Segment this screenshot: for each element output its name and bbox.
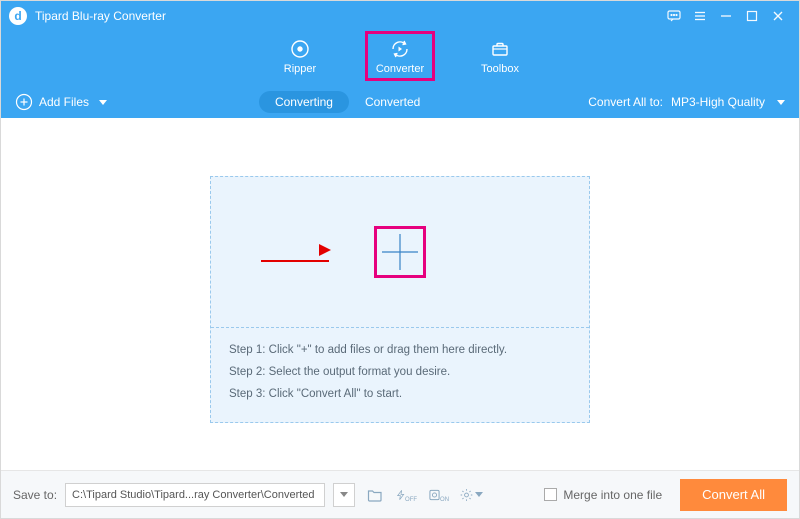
nav-ripper[interactable]: Ripper (265, 31, 335, 81)
drop-zone-steps: Step 1: Click "+" to add files or drag t… (211, 327, 589, 422)
title-bar: d Tipard Blu-ray Converter (1, 1, 799, 31)
save-to-label: Save to: (13, 488, 57, 502)
step-text: Step 3: Click "Convert All" to start. (229, 384, 571, 406)
settings-button[interactable] (459, 483, 483, 507)
footer-bar: Save to: C:\Tipard Studio\Tipard...ray C… (1, 470, 799, 518)
add-files-button[interactable]: Add Files (15, 93, 107, 111)
app-logo-icon: d (9, 7, 27, 25)
app-title: Tipard Blu-ray Converter (35, 9, 166, 23)
save-path-value: C:\Tipard Studio\Tipard...ray Converter\… (72, 489, 315, 501)
output-format-select[interactable]: MP3-High Quality (671, 95, 785, 109)
add-files-plus-button[interactable] (374, 226, 426, 278)
nav-label: Toolbox (481, 63, 519, 75)
chevron-down-icon (777, 100, 785, 105)
open-folder-button[interactable] (363, 483, 387, 507)
add-files-label: Add Files (39, 95, 89, 109)
nav-label: Converter (376, 63, 424, 75)
tab-converting[interactable]: Converting (259, 91, 349, 113)
app-window: d Tipard Blu-ray Converter Ripper Conver… (0, 0, 800, 519)
annotation-arrow (261, 249, 329, 267)
close-button[interactable] (765, 3, 791, 29)
gpu-accel-button[interactable]: ON (427, 483, 451, 507)
save-path-field[interactable]: C:\Tipard Studio\Tipard...ray Converter\… (65, 483, 325, 507)
checkbox-icon (544, 488, 557, 501)
merge-checkbox[interactable]: Merge into one file (544, 488, 662, 502)
menu-icon[interactable] (687, 3, 713, 29)
maximize-button[interactable] (739, 3, 765, 29)
step-text: Step 2: Select the output format you des… (229, 362, 571, 384)
output-format-value: MP3-High Quality (671, 95, 765, 109)
sub-bar: Add Files Converting Converted Convert A… (1, 86, 799, 118)
chevron-down-icon (475, 492, 483, 497)
nav-label: Ripper (284, 63, 316, 75)
chevron-down-icon (99, 100, 107, 105)
chevron-down-icon (340, 492, 348, 497)
merge-label: Merge into one file (563, 488, 662, 502)
convert-all-to-label: Convert All to: (588, 95, 663, 109)
step-text: Step 1: Click "+" to add files or drag t… (229, 340, 571, 362)
high-speed-button[interactable]: OFF (395, 483, 419, 507)
feedback-icon[interactable] (661, 3, 687, 29)
convert-all-button[interactable]: Convert All (680, 479, 787, 511)
minimize-button[interactable] (713, 3, 739, 29)
drop-zone[interactable]: Step 1: Click "+" to add files or drag t… (210, 176, 590, 423)
drop-zone-top (211, 177, 589, 327)
tab-converted[interactable]: Converted (349, 91, 436, 113)
main-area: Step 1: Click "+" to add files or drag t… (1, 118, 799, 470)
nav-converter[interactable]: Converter (365, 31, 435, 81)
nav-toolbox[interactable]: Toolbox (465, 31, 535, 81)
main-nav: Ripper Converter Toolbox (1, 31, 799, 86)
save-path-dropdown[interactable] (333, 483, 355, 507)
